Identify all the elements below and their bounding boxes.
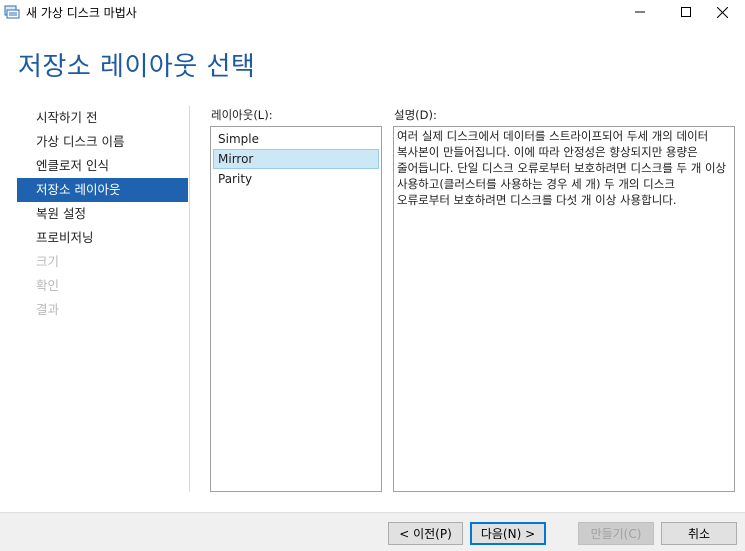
description-label: 설명(D):: [394, 108, 437, 122]
layout-option-mirror[interactable]: Mirror: [213, 149, 379, 169]
previous-button[interactable]: < 이전(P): [388, 522, 463, 545]
nav-divider: [189, 106, 190, 492]
cancel-button[interactable]: 취소: [661, 522, 737, 545]
minimize-icon: [635, 11, 645, 13]
nav-step-before-you-begin[interactable]: 시작하기 전: [17, 106, 188, 130]
nav-step-results: 결과: [36, 302, 60, 317]
wizard-step-list: 시작하기 전 가상 디스크 이름 엔클로저 인식 저장소 레이아웃 복원 설정 …: [17, 106, 188, 322]
nav-step-confirmation: 확인: [36, 278, 60, 293]
page-title: 저장소 레이아웃 선택: [18, 52, 256, 82]
window-title: 새 가상 디스크 마법사: [26, 6, 137, 20]
maximize-icon: [681, 7, 691, 17]
close-button[interactable]: [699, 0, 745, 24]
layout-option-parity[interactable]: Parity: [213, 169, 379, 189]
nav-step-size: 크기: [36, 254, 60, 269]
layout-listbox[interactable]: Simple Mirror Parity: [210, 126, 382, 492]
next-button[interactable]: 다음(N) >: [470, 522, 546, 545]
description-text: 여러 실제 디스크에서 데이터를 스트라이프되어 두세 개의 데이터 복사본이 …: [393, 126, 735, 492]
nav-step-resiliency-settings[interactable]: 복원 설정: [17, 202, 188, 226]
nav-step-storage-layout[interactable]: 저장소 레이아웃: [17, 178, 188, 202]
title-bar: 새 가상 디스크 마법사: [0, 0, 745, 24]
layout-option-simple[interactable]: Simple: [213, 129, 379, 149]
nav-step-enclosure-awareness[interactable]: 엔클로저 인식: [17, 154, 188, 178]
nav-step-virtual-disk-name[interactable]: 가상 디스크 이름: [17, 130, 188, 154]
nav-step-provisioning[interactable]: 프로비저닝: [17, 226, 188, 250]
minimize-button[interactable]: [617, 0, 663, 24]
create-button: 만들기(C): [578, 522, 654, 545]
virtual-disk-wizard-icon: [4, 4, 20, 20]
close-icon: [716, 6, 728, 18]
layout-label: 레이아웃(L):: [211, 108, 273, 122]
